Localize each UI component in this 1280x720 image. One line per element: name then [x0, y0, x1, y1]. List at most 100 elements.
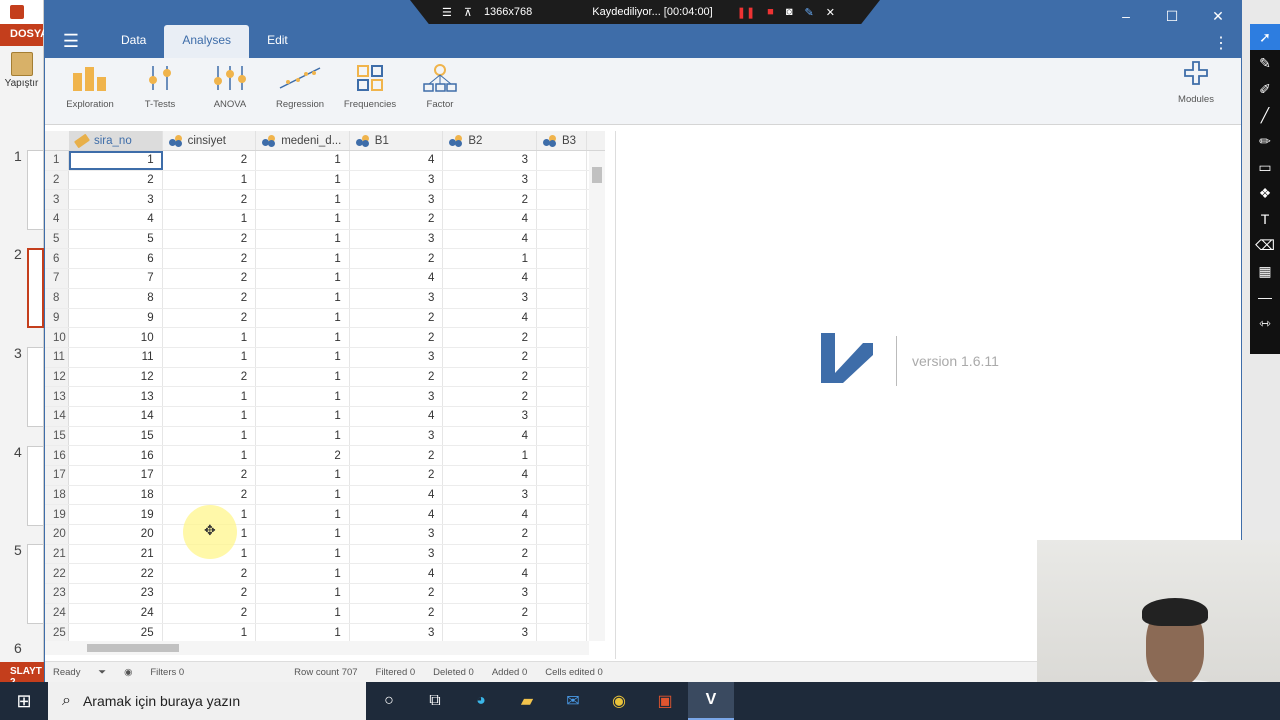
table-cell[interactable]: 1	[256, 426, 350, 446]
row-number[interactable]: 10	[45, 328, 69, 347]
file-explorer-icon[interactable]: ▰	[504, 682, 550, 720]
column-header[interactable]: medeni_d...	[256, 131, 350, 150]
chrome-icon[interactable]: ◉	[596, 682, 642, 720]
table-cell[interactable]: 4	[443, 308, 537, 328]
table-cell[interactable]: 18	[69, 485, 163, 505]
table-cell[interactable]	[537, 269, 587, 288]
row-number[interactable]: 8	[45, 288, 69, 308]
table-cell[interactable]: 10	[69, 328, 163, 347]
exploration-button[interactable]: Exploration	[55, 58, 125, 124]
table-cell[interactable]: 1	[256, 485, 350, 505]
table-cell[interactable]: 1	[443, 249, 537, 269]
table-cell[interactable]: 1	[256, 210, 350, 229]
task-view-icon[interactable]: ⧉	[412, 682, 458, 720]
table-cell[interactable]	[537, 210, 587, 229]
row-number[interactable]: 12	[45, 367, 69, 387]
table-cell[interactable]: 4	[443, 210, 537, 229]
table-cell[interactable]: 2	[350, 603, 444, 623]
table-cell[interactable]: 4	[443, 426, 537, 446]
table-cell[interactable]: 2	[163, 564, 257, 584]
table-cell[interactable]: 1	[163, 210, 257, 229]
modules-button[interactable]: Modules	[1161, 58, 1231, 119]
pen-icon[interactable]: ✎	[1250, 50, 1280, 76]
table-cell[interactable]: 1	[163, 347, 257, 367]
table-cell[interactable]: 3	[443, 485, 537, 505]
column-header[interactable]: B2	[443, 131, 537, 150]
whiteboard-icon[interactable]: ▦	[1250, 258, 1280, 284]
table-cell[interactable]: 1	[256, 603, 350, 623]
table-cell[interactable]: 1	[163, 170, 257, 190]
row-number[interactable]: 5	[45, 229, 69, 249]
cortana-icon[interactable]: ○	[366, 682, 412, 720]
table-cell[interactable]: 1	[256, 288, 350, 308]
table-cell[interactable]: 7	[69, 269, 163, 288]
row-number[interactable]: 21	[45, 544, 69, 564]
close-recording-icon[interactable]: ✕	[826, 6, 835, 19]
stop-icon[interactable]: ■	[767, 6, 774, 18]
table-cell[interactable]: 2	[163, 288, 257, 308]
table-cell[interactable]	[537, 505, 587, 525]
table-cell[interactable]: 2	[350, 328, 444, 347]
table-cell[interactable]: 4	[443, 466, 537, 485]
table-cell[interactable]: 3	[69, 190, 163, 210]
row-number[interactable]: 20	[45, 525, 69, 544]
column-header[interactable]: B3	[537, 131, 587, 150]
table-cell[interactable]: 1	[256, 190, 350, 210]
text-icon[interactable]: T	[1250, 206, 1280, 232]
table-cell[interactable]	[537, 249, 587, 269]
table-cell[interactable]: 3	[350, 347, 444, 367]
shapes-icon[interactable]: ❖	[1250, 180, 1280, 206]
table-cell[interactable]: 22	[69, 564, 163, 584]
anova-button[interactable]: ANOVA	[195, 58, 265, 124]
table-cell[interactable]: 11	[69, 347, 163, 367]
table-cell[interactable]: 25	[69, 623, 163, 643]
marker-icon[interactable]: ✐	[1250, 76, 1280, 102]
table-cell[interactable]	[537, 308, 587, 328]
table-cell[interactable]	[537, 328, 587, 347]
table-cell[interactable]: 4	[443, 505, 537, 525]
table-cell[interactable]: 23	[69, 584, 163, 603]
table-cell[interactable]: 1	[256, 387, 350, 406]
tab-edit[interactable]: Edit	[249, 25, 306, 58]
table-cell[interactable]: 19	[69, 505, 163, 525]
table-cell[interactable]	[537, 544, 587, 564]
horizontal-scrollbar[interactable]	[45, 641, 589, 655]
table-cell[interactable]: 12	[69, 367, 163, 387]
row-number[interactable]: 14	[45, 406, 69, 426]
table-cell[interactable]: 2	[443, 387, 537, 406]
table-cell[interactable]: 17	[69, 466, 163, 485]
row-number[interactable]: 3	[45, 190, 69, 210]
table-cell[interactable]: 6	[69, 249, 163, 269]
camera-icon[interactable]: ◙	[786, 6, 793, 18]
table-cell[interactable]	[537, 466, 587, 485]
table-cell[interactable]: 2	[163, 249, 257, 269]
table-cell[interactable]: 2	[163, 485, 257, 505]
table-cell[interactable]: 2	[350, 466, 444, 485]
eye-icon[interactable]: ◉	[124, 667, 132, 678]
row-number[interactable]: 17	[45, 466, 69, 485]
paste-button[interactable]: Yapıştır	[0, 52, 43, 89]
table-cell[interactable]: 1	[163, 406, 257, 426]
table-cell[interactable]: 3	[350, 288, 444, 308]
row-number[interactable]: 25	[45, 623, 69, 643]
table-cell[interactable]: 2	[350, 249, 444, 269]
pause-icon[interactable]: ❚❚	[737, 6, 755, 19]
row-number[interactable]: 9	[45, 308, 69, 328]
table-cell[interactable]	[537, 564, 587, 584]
table-cell[interactable]: 8	[69, 288, 163, 308]
table-cell[interactable]: 1	[256, 328, 350, 347]
row-number[interactable]: 7	[45, 269, 69, 288]
table-cell[interactable]: 4	[443, 229, 537, 249]
table-cell[interactable]: 2	[163, 367, 257, 387]
table-cell[interactable]: 2	[163, 466, 257, 485]
table-cell[interactable]: 2	[350, 210, 444, 229]
line-icon[interactable]: ╱	[1250, 102, 1280, 128]
table-cell[interactable]	[537, 229, 587, 249]
divider-icon[interactable]: —	[1250, 284, 1280, 310]
row-number[interactable]: 23	[45, 584, 69, 603]
table-cell[interactable]: 1	[256, 584, 350, 603]
row-number[interactable]: 13	[45, 387, 69, 406]
table-cell[interactable]	[537, 603, 587, 623]
table-cell[interactable]: 15	[69, 426, 163, 446]
table-cell[interactable]: 21	[69, 544, 163, 564]
